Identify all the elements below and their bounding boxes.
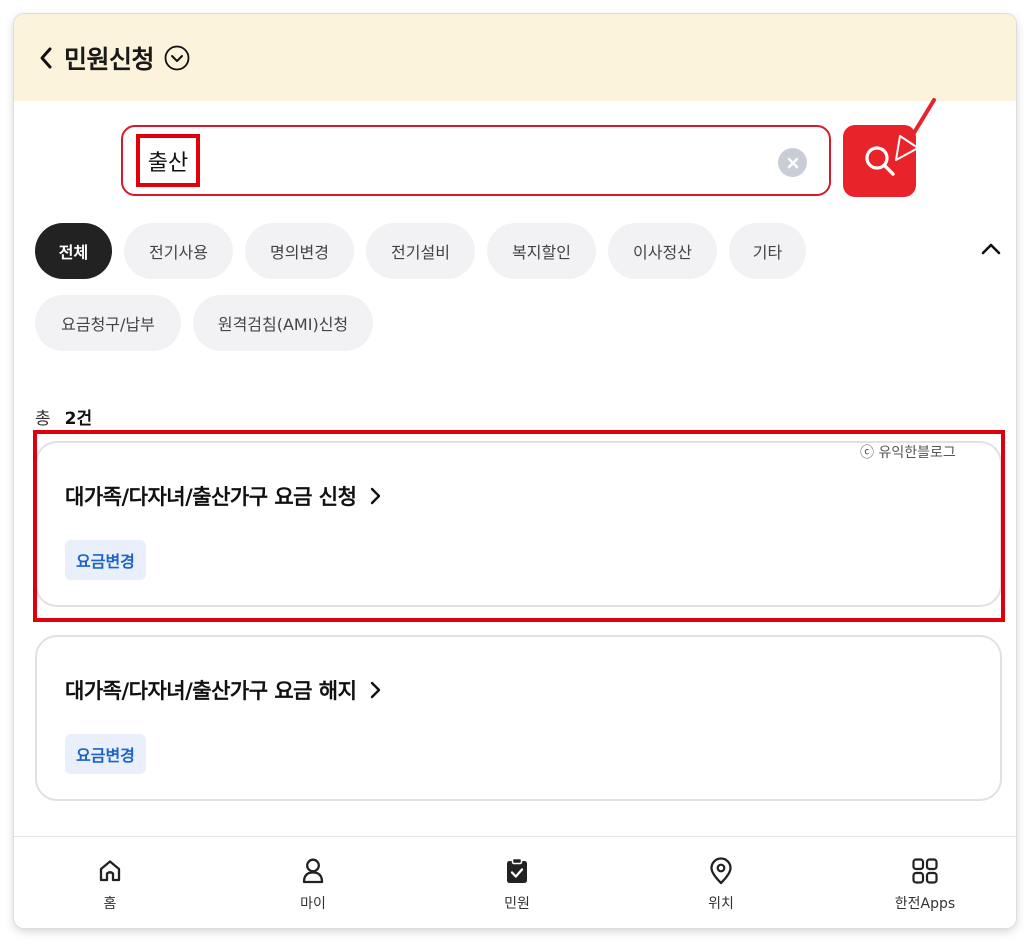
result-card[interactable]: 대가족/다자녀/출산가구 요금 해지 요금변경 — [35, 635, 1002, 801]
category-tag: 요금변경 — [65, 734, 146, 774]
filter-chip-etc[interactable]: 기타 — [729, 223, 806, 279]
nav-item-my[interactable]: 마이 — [253, 837, 373, 928]
filter-chip-name-change[interactable]: 명의변경 — [245, 223, 354, 279]
nav-item-kepco-apps[interactable]: 한전Apps — [865, 837, 985, 928]
search-input-value: 출산 — [136, 134, 200, 187]
result-card-title: 대가족/다자녀/출산가구 요금 신청 — [65, 485, 357, 509]
nav-label-location: 위치 — [708, 896, 734, 912]
filter-chip-welfare-discount[interactable]: 복지할인 — [487, 223, 596, 279]
category-tag: 요금변경 — [65, 540, 146, 580]
location-pin-icon — [708, 855, 734, 887]
filter-chip-electrical-equipment[interactable]: 전기설비 — [366, 223, 475, 279]
filter-chip-billing-payment[interactable]: 요금청구/납부 — [35, 295, 181, 351]
nav-label-home: 홈 — [103, 896, 117, 912]
collapse-filters-button[interactable] — [978, 236, 1004, 262]
chevron-right-icon — [368, 680, 382, 700]
result-count-value: 2건 — [64, 409, 93, 429]
home-icon — [97, 855, 123, 887]
nav-item-civil-request[interactable]: 민원 — [457, 837, 577, 928]
chevron-down-circle-icon — [164, 45, 190, 70]
result-card-title: 대가족/다자녀/출산가구 요금 해지 — [65, 679, 357, 703]
chevron-right-icon — [368, 486, 382, 506]
filter-chip-all[interactable]: 전체 — [35, 223, 112, 279]
result-count: 총 2건 — [35, 404, 92, 429]
app-frame: 민원신청 출산 전체 전기사용 명의변경 전기설비 복지할인 이사정산 기타 요… — [14, 14, 1016, 928]
chevron-left-icon — [40, 47, 52, 68]
result-count-prefix: 총 — [35, 409, 51, 429]
title-dropdown-button[interactable] — [164, 45, 190, 71]
apps-grid-icon — [911, 855, 939, 887]
nav-label-my: 마이 — [300, 896, 326, 912]
filter-chip-ami-request[interactable]: 원격검침(AMI)신청 — [193, 295, 373, 351]
clear-search-button[interactable] — [778, 148, 807, 177]
result-card[interactable]: 대가족/다자녀/출산가구 요금 신청 요금변경 — [35, 441, 1002, 607]
back-button[interactable] — [38, 43, 60, 73]
nav-item-home[interactable]: 홈 — [50, 837, 170, 928]
person-icon — [300, 855, 326, 887]
filter-chip-electricity-use[interactable]: 전기사용 — [124, 223, 233, 279]
header-bar: 민원신청 — [14, 14, 1016, 101]
clipboard-check-icon — [505, 855, 529, 887]
watermark-text: ⓒ 유익한블로그 — [860, 445, 956, 461]
nav-label-civil-request: 민원 — [504, 896, 530, 912]
search-input[interactable]: 출산 — [121, 125, 831, 196]
red-arrow-annotation — [895, 98, 936, 161]
nav-item-location[interactable]: 위치 — [661, 837, 781, 928]
nav-label-kepco-apps: 한전Apps — [894, 896, 956, 912]
chevron-up-icon — [981, 243, 1001, 255]
page-title: 민원신청 — [64, 44, 155, 74]
bottom-nav: 홈 마이 민원 위치 한전Apps — [14, 836, 1016, 928]
close-icon — [787, 157, 798, 168]
filter-chip-move-settlement[interactable]: 이사정산 — [608, 223, 717, 279]
result-card-title-link[interactable]: 대가족/다자녀/출산가구 요금 해지 — [65, 675, 382, 705]
result-card-title-link[interactable]: 대가족/다자녀/출산가구 요금 신청 — [65, 481, 382, 511]
